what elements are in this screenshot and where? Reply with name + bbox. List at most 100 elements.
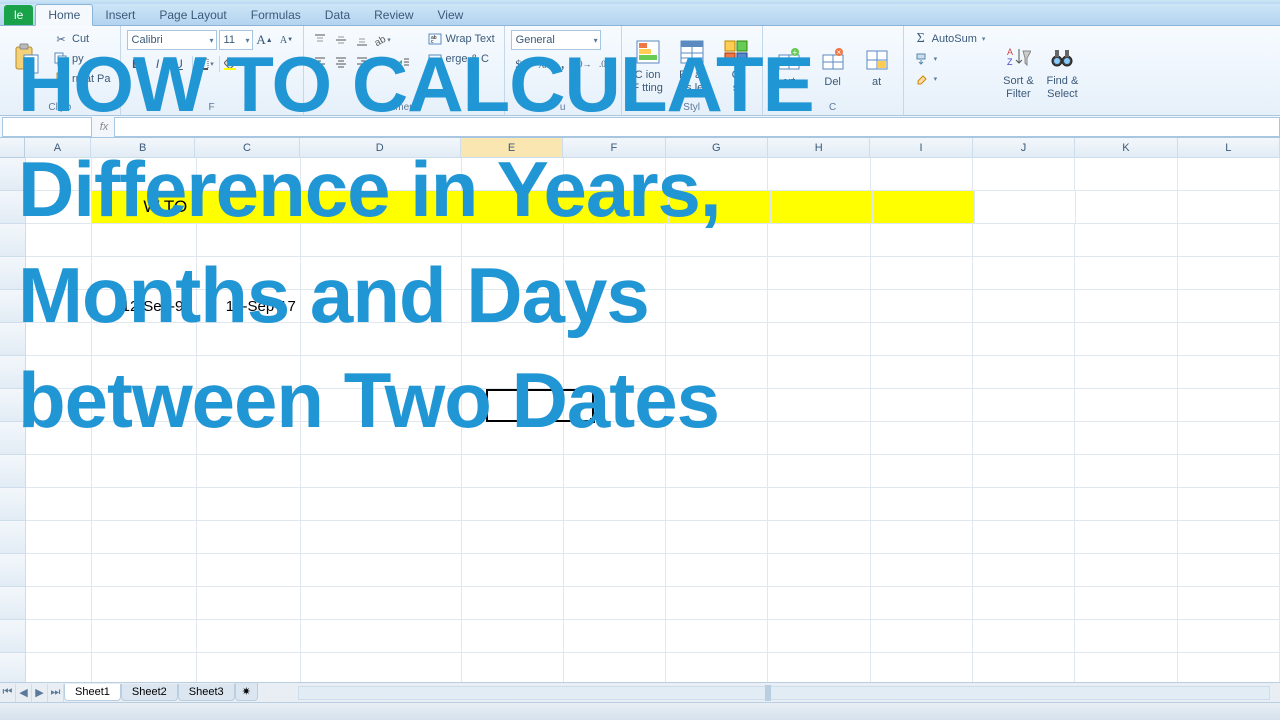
cell-K8[interactable] [1075,389,1177,422]
cell-J13[interactable] [973,554,1075,587]
row-header-1[interactable] [0,158,26,191]
cell-F6[interactable] [564,323,666,356]
cell-A5[interactable] [26,290,92,323]
format-as-table-button[interactable]: Fo at as le [672,30,712,100]
font-color-button[interactable]: A [244,54,264,74]
row-header-10[interactable] [0,455,26,488]
cell-A15[interactable] [26,620,92,653]
cell-H8[interactable] [768,389,870,422]
cell-styles-button[interactable]: C s [716,30,756,100]
cell-B11[interactable] [92,488,196,521]
cell-C12[interactable] [197,521,301,554]
tab-home[interactable]: Home [35,4,93,26]
format-painter-button[interactable]: rmat Pa [50,70,114,88]
cells-area[interactable]: W TO CALCULATE Difference in Years, Mont… [26,158,1280,694]
cell-G6[interactable] [666,323,768,356]
cell-L3[interactable] [1178,224,1280,257]
cell-H12[interactable] [768,521,870,554]
orientation-button[interactable]: ab [373,30,393,50]
autosum-button[interactable]: Σ AutoSum ▾ [910,30,989,48]
row-header-5[interactable] [0,290,26,323]
select-all-corner[interactable] [0,138,25,158]
column-header-H[interactable]: H [768,138,870,158]
cell-K15[interactable] [1075,620,1177,653]
cell-A6[interactable] [26,323,92,356]
cell-K6[interactable] [1075,323,1177,356]
cell-H3[interactable] [768,224,870,257]
cell-F5[interactable] [564,290,666,323]
cell-H1[interactable] [768,158,870,191]
cell-K7[interactable] [1075,356,1177,389]
cell-F7[interactable] [564,356,666,389]
cell-I7[interactable] [871,356,973,389]
clear-button[interactable]: ▾ [910,70,989,88]
cell-L2[interactable] [1178,191,1280,224]
cell-K4[interactable] [1075,257,1177,290]
cell-H10[interactable] [768,455,870,488]
cell-G1[interactable] [666,158,768,191]
wrap-text-button[interactable]: abc Wrap Text [424,30,498,48]
cell-L5[interactable] [1178,290,1280,323]
cell-B12[interactable] [92,521,196,554]
cell-D3[interactable] [301,224,462,257]
cell-F13[interactable] [564,554,666,587]
sheet-tab-3[interactable]: Sheet3 [178,684,235,701]
cell-E13[interactable] [462,554,564,587]
cell-A1[interactable] [26,158,92,191]
cell-K1[interactable] [1075,158,1177,191]
cell-G13[interactable] [666,554,768,587]
fill-color-button[interactable] [223,54,243,74]
sheet-tab-1[interactable]: Sheet1 [64,684,121,701]
cell-B7[interactable] [92,356,196,389]
cell-C4[interactable] [197,257,301,290]
cell-E10[interactable] [462,455,564,488]
cell-C10[interactable] [197,455,301,488]
cut-button[interactable]: ✂ Cut [50,30,114,48]
sheet-nav-last[interactable]: ⏭ [48,684,64,702]
sheet-tab-2[interactable]: Sheet2 [121,684,178,701]
cell-C15[interactable] [197,620,301,653]
cell-F2[interactable] [568,191,670,224]
cell-J2[interactable] [975,191,1077,224]
cell-F11[interactable] [564,488,666,521]
row-header-13[interactable] [0,554,26,587]
cell-E15[interactable] [462,620,564,653]
cell-J1[interactable] [973,158,1075,191]
cell-E3[interactable] [462,224,564,257]
cell-I11[interactable] [871,488,973,521]
cell-I15[interactable] [871,620,973,653]
cell-C9[interactable] [197,422,301,455]
cell-B3[interactable] [92,224,196,257]
row-header-9[interactable] [0,422,26,455]
cell-L13[interactable] [1178,554,1280,587]
cell-H5[interactable] [768,290,870,323]
cell-A12[interactable] [26,521,92,554]
column-header-L[interactable]: L [1178,138,1280,158]
cell-E8[interactable] [462,389,564,422]
underline-button[interactable]: U [169,54,189,74]
cell-I4[interactable] [871,257,973,290]
cell-L11[interactable] [1178,488,1280,521]
cell-B15[interactable] [92,620,196,653]
column-header-E[interactable]: E [461,138,563,158]
tab-file[interactable]: le [4,5,33,25]
fill-button[interactable]: ▾ [910,50,989,68]
cell-L14[interactable] [1178,587,1280,620]
tab-insert[interactable]: Insert [93,5,147,25]
cell-L9[interactable] [1178,422,1280,455]
cell-G12[interactable] [666,521,768,554]
column-header-C[interactable]: C [195,138,299,158]
cell-F3[interactable] [564,224,666,257]
cell-E4[interactable] [462,257,564,290]
cell-B4[interactable] [92,257,196,290]
paste-button[interactable]: e [6,30,46,100]
cell-B6[interactable] [92,323,196,356]
cell-D10[interactable] [301,455,462,488]
cell-B5[interactable]: 12-Sep-91 [92,290,196,323]
cell-A8[interactable] [26,389,92,422]
cell-I3[interactable] [871,224,973,257]
cell-L8[interactable] [1178,389,1280,422]
column-header-A[interactable]: A [25,138,91,158]
cell-A9[interactable] [26,422,92,455]
sheet-nav-first[interactable]: ⏮ [0,684,16,702]
